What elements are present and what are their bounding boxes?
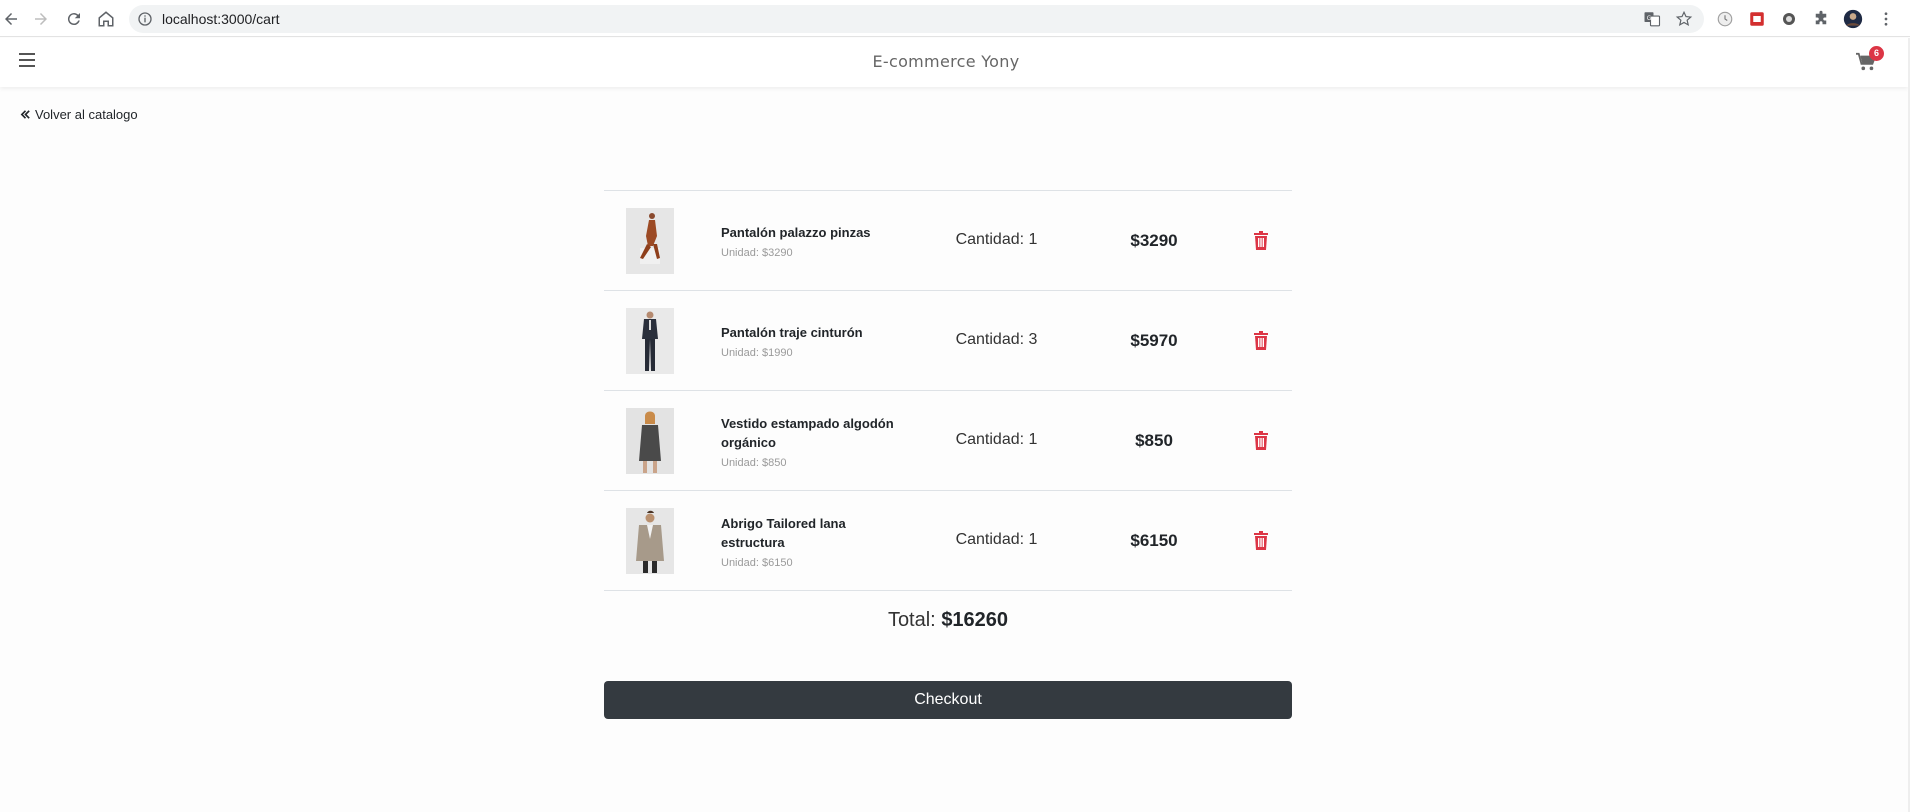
bookmark-star-icon[interactable] <box>1675 10 1693 28</box>
cart-count-badge: 6 <box>1869 46 1884 61</box>
item-price: $5970 <box>1130 331 1178 350</box>
item-unit-price: Unidad: $6150 <box>721 556 793 569</box>
item-unit-price: Unidad: $1990 <box>721 347 793 359</box>
item-name: Pantalón palazzo pinzas <box>721 225 871 240</box>
cart-item-row: Vestido estampado algodón orgánico Unida… <box>604 391 1292 491</box>
item-unit-price: Unidad: $850 <box>721 456 787 469</box>
item-quantity: Cantidad: 1 <box>955 531 1038 548</box>
cart-total: Total: $16260 <box>604 609 1292 632</box>
trash-icon[interactable] <box>1253 331 1269 350</box>
product-thumbnail <box>626 508 674 574</box>
total-label: Total: <box>887 609 936 631</box>
item-quantity: Cantidad: 3 <box>955 331 1038 348</box>
item-info: Pantalón traje cinturón Unidad: $1990 <box>721 291 896 391</box>
trash-icon[interactable] <box>1253 531 1269 550</box>
cart-item-row: Pantalón palazzo pinzas Unidad: $3290 Ca… <box>604 191 1292 291</box>
item-price: $3290 <box>1130 231 1178 250</box>
item-info: Abrigo Tailored lana estructura Unidad: … <box>721 491 896 591</box>
svg-text:G: G <box>1647 15 1652 22</box>
checkout-button[interactable]: Checkout <box>604 681 1292 719</box>
item-unit-price: Unidad: $3290 <box>721 247 793 259</box>
profile-avatar-icon[interactable] <box>1843 9 1863 29</box>
item-name: Abrigo Tailored lana estructura <box>721 515 846 550</box>
extension-circle-icon[interactable] <box>1779 9 1799 29</box>
item-name: Pantalón traje cinturón <box>721 325 863 340</box>
trash-icon[interactable] <box>1253 431 1269 450</box>
cart-item-row: Abrigo Tailored lana estructura Unidad: … <box>604 491 1292 591</box>
double-chevron-left-icon <box>20 110 30 119</box>
product-thumbnail <box>626 408 674 474</box>
cart-item-row: Pantalón traje cinturón Unidad: $1990 Ca… <box>604 291 1292 391</box>
url-text[interactable]: localhost:3000/cart <box>162 11 280 27</box>
browser-toolbar: localhost:3000/cart G <box>0 0 1910 37</box>
reload-icon[interactable] <box>63 8 85 30</box>
extensions-puzzle-icon[interactable] <box>1811 9 1831 29</box>
product-thumbnail <box>626 208 674 274</box>
item-quantity: Cantidad: 1 <box>955 431 1038 448</box>
back-link-label: Volver al catalogo <box>35 107 138 122</box>
app-header: E-commerce Yony 6 <box>0 38 1908 87</box>
address-bar[interactable]: localhost:3000/cart G <box>129 5 1704 33</box>
item-price: $6150 <box>1130 531 1178 550</box>
brand-title[interactable]: E-commerce Yony <box>0 52 1892 71</box>
info-icon[interactable] <box>137 11 153 27</box>
back-to-catalog-link[interactable]: Volver al catalogo <box>20 107 138 122</box>
forward-arrow-icon[interactable] <box>30 8 52 30</box>
item-info: Vestido estampado algodón orgánico Unida… <box>721 391 896 491</box>
extension-red-icon[interactable] <box>1747 9 1767 29</box>
product-thumbnail <box>626 308 674 374</box>
trash-icon[interactable] <box>1253 231 1269 250</box>
item-price: $850 <box>1135 431 1173 450</box>
item-quantity: Cantidad: 1 <box>955 231 1038 248</box>
home-icon[interactable] <box>95 8 117 30</box>
translate-icon[interactable]: G <box>1643 10 1661 28</box>
cart-items-list: Pantalón palazzo pinzas Unidad: $3290 Ca… <box>604 190 1292 591</box>
total-value: $16260 <box>941 609 1009 631</box>
extension-clock-icon[interactable] <box>1715 9 1735 29</box>
back-arrow-icon[interactable] <box>0 8 22 30</box>
item-info: Pantalón palazzo pinzas Unidad: $3290 <box>721 191 896 291</box>
browser-menu-icon[interactable] <box>1876 9 1896 29</box>
item-name: Vestido estampado algodón orgánico <box>721 415 894 450</box>
